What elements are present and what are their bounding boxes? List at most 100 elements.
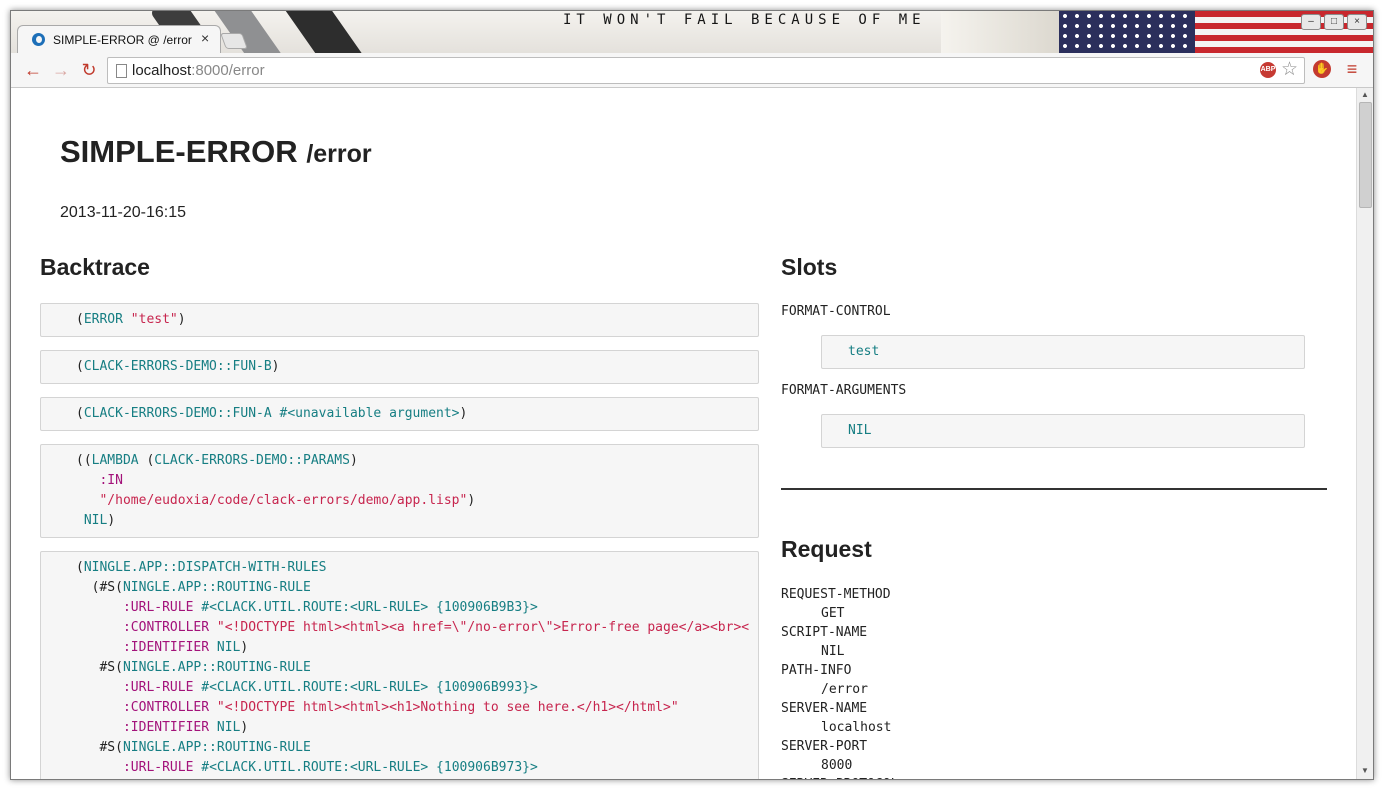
tab-close-icon[interactable]: × [201,30,209,46]
request-list: REQUEST-METHOD GET SCRIPT-NAME NIL PATH-… [781,585,1301,779]
paren: #S( [76,660,123,675]
forward-arrow-icon[interactable]: → [51,60,71,80]
slots-heading: Slots [781,254,838,280]
paren: (#S( [76,580,123,595]
paren: ( [76,406,84,421]
error-timestamp: 2013-11-20-16:15 [60,204,187,221]
address-bar[interactable]: localhost:8000/error ABP ☆ [107,57,1305,84]
argument-value: #<unavailable argument> [279,406,460,421]
error-path: /error [306,140,372,168]
page-viewport: SIMPLE-ERROR /error 2013-11-20-16:15 Bac… [11,88,1356,779]
window-controls: – □ × [1301,14,1367,30]
error-name: SIMPLE-ERROR [60,134,298,169]
lambda-params: CLACK-ERRORS-DEMO::PARAMS [154,453,350,468]
menu-icon[interactable]: ≡ [1345,60,1359,78]
nil-value: NIL [216,720,241,735]
paren: ( [76,359,84,374]
keyword: :URL-RULE [122,760,194,775]
paren: ( [76,560,84,575]
string-value: "<!DOCTYPE html><html><a href=\"/no-erro… [216,620,750,635]
slot-name: FORMAT-ARGUMENTS [781,383,907,398]
keyword: :IN [99,473,123,488]
slot-name: FORMAT-CONTROL [781,304,891,319]
paren: (( [76,453,92,468]
stop-hand-icon[interactable]: ✋ [1313,60,1331,78]
paren: ) [459,406,468,421]
request-value: localhost [821,720,892,735]
browser-window: IT WON'T FAIL BECAUSE OF ME SIMPLE-ERROR… [10,10,1374,780]
nil-value: NIL [216,640,241,655]
request-value: /error [821,682,868,697]
url-text[interactable]: localhost:8000/error [132,62,265,79]
browser-toolbar: ← → ↻ localhost:8000/error ABP ☆ ✋ ≡ [11,53,1373,88]
request-key: SCRIPT-NAME [781,625,868,640]
abp-icon[interactable]: ABP [1260,62,1276,78]
maximize-icon[interactable]: □ [1324,14,1344,30]
backtrace-frame: (CLACK-ERRORS-DEMO::FUN-B) [40,350,759,384]
paren: ) [240,640,249,655]
paren: ( [76,312,84,327]
scrollbar-thumb[interactable] [1359,102,1372,208]
keyword: :URL-RULE [122,680,194,695]
theme-decoration [941,11,1059,53]
request-key: REQUEST-METHOD [781,587,891,602]
paren: ) [467,493,476,508]
object-value: #<CLACK.UTIL.ROUTE:<URL-RULE> {100906B9B… [201,600,538,615]
struct-name: NINGLE.APP::ROUTING-RULE [122,740,311,755]
backtrace-heading: Backtrace [40,254,150,280]
browser-tab[interactable]: SIMPLE-ERROR @ /error × [17,25,221,53]
object-value: #<CLACK.UTIL.ROUTE:<URL-RULE> {100906B97… [201,760,538,775]
request-value: NIL [821,644,845,659]
slot-value: test [821,335,1305,369]
paren: ) [349,453,358,468]
keyword: :IDENTIFIER [122,640,210,655]
struct-name: NINGLE.APP::ROUTING-RULE [122,660,311,675]
close-window-icon[interactable]: × [1347,14,1367,30]
backtrace-frame: (CLACK-ERRORS-DEMO::FUN-A #<unavailable … [40,397,759,431]
keyword: :IDENTIFIER [122,720,210,735]
reload-icon[interactable]: ↻ [79,60,99,80]
string-value: "<!DOCTYPE html><html><h1>Nothing to see… [216,700,679,715]
vertical-scrollbar[interactable]: ▲ ▼ [1356,88,1373,779]
page-title: SIMPLE-ERROR /error [60,134,372,170]
title-bar: IT WON'T FAIL BECAUSE OF ME SIMPLE-ERROR… [11,11,1373,53]
back-arrow-icon[interactable]: ← [23,60,43,80]
scroll-up-icon[interactable]: ▲ [1361,90,1369,99]
paren: #S( [76,740,123,755]
request-key: SERVER-PORT [781,739,868,754]
scroll-down-icon[interactable]: ▼ [1361,766,1369,775]
backtrace-frame: ((LAMBDA (CLACK-ERRORS-DEMO::PARAMS) :IN… [40,444,759,538]
minimize-icon[interactable]: – [1301,14,1321,30]
theme-decoration [280,11,380,53]
paren: ) [271,359,280,374]
nil-value: NIL [83,513,108,528]
star-icon[interactable]: ☆ [1281,58,1298,81]
keyword: :CONTROLLER [122,700,210,715]
function-name: ERROR [83,312,123,327]
url-host: localhost [132,62,192,79]
keyword: :URL-RULE [122,600,194,615]
url-port-path: :8000/error [191,62,265,79]
theme-flag-canton [1059,11,1195,53]
keyword: :CONTROLLER [122,620,210,635]
function-name: CLACK-ERRORS-DEMO::FUN-B [83,359,272,374]
paren: ) [107,513,116,528]
request-key: SERVER-NAME [781,701,868,716]
request-key: PATH-INFO [781,663,852,678]
argument-string: "test" [130,312,178,327]
struct-name: NINGLE.APP::ROUTING-RULE [122,580,311,595]
